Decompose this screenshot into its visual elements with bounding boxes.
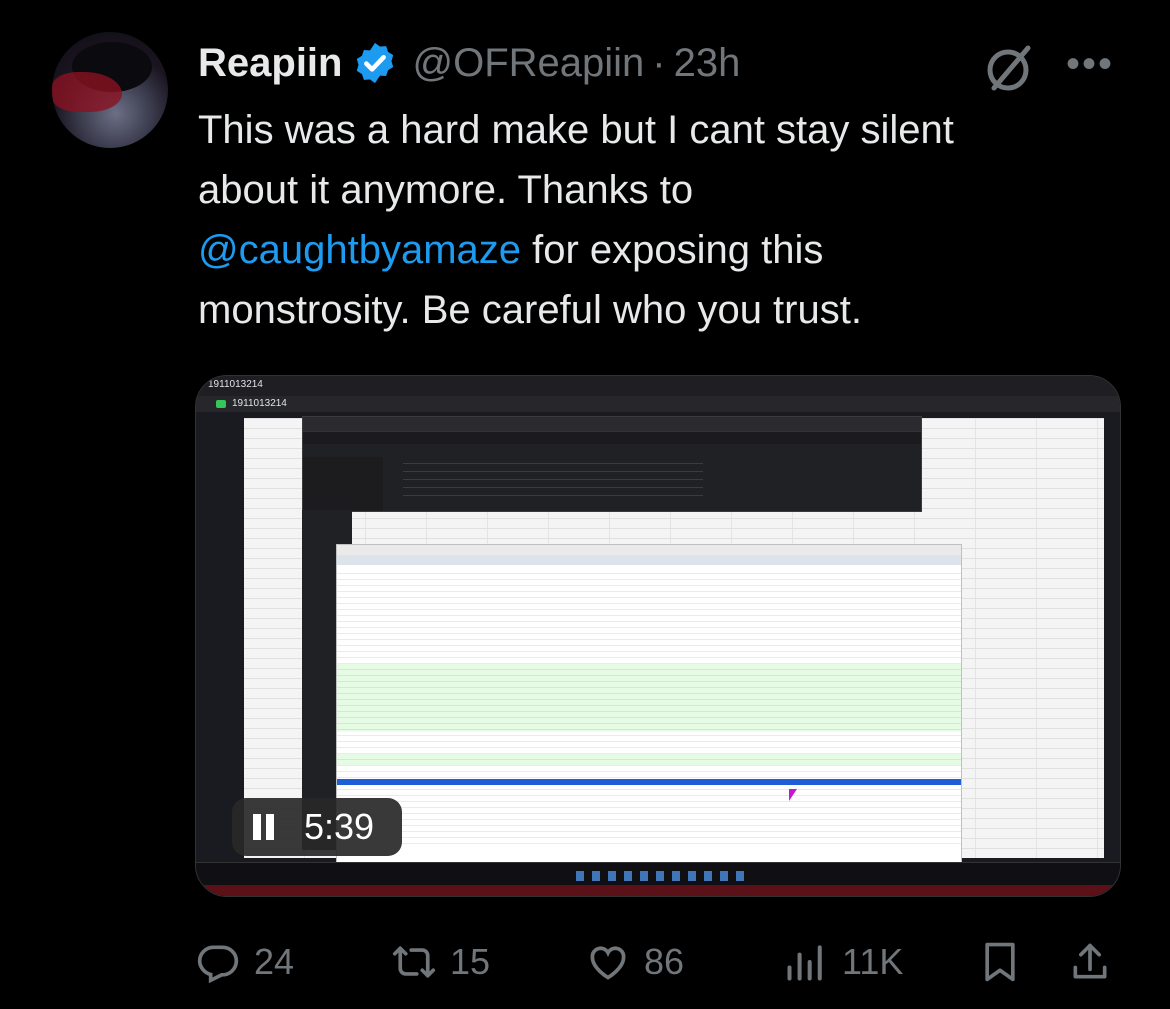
repost-icon (392, 946, 436, 978)
share-icon[interactable] (1068, 940, 1112, 984)
selected-row (337, 779, 961, 785)
repost-button[interactable]: 15 (392, 940, 490, 984)
usb-window-toolbar (337, 555, 961, 565)
separator-dot: · (652, 40, 666, 85)
usb-device-list-window (336, 544, 962, 866)
taskbar-apps (576, 871, 746, 881)
like-button[interactable]: 86 (586, 940, 684, 984)
view-count: 11K (842, 941, 904, 982)
tweet-line-1: This was a hard make but I cant stay sil… (198, 108, 954, 152)
video-timer[interactable]: 5:39 (232, 798, 402, 856)
explorer-addressbar (303, 431, 921, 444)
reply-button[interactable]: 24 (196, 940, 294, 984)
video-time-remaining: 5:39 (304, 806, 375, 847)
remote-bottom-bar (196, 885, 1120, 896)
avatar[interactable] (52, 32, 168, 148)
grok-icon[interactable] (982, 40, 1038, 96)
explorer-titlebar (303, 417, 921, 431)
windows-taskbar (196, 862, 1120, 896)
repost-count: 15 (450, 941, 491, 982)
like-count: 86 (644, 941, 685, 982)
usb-device-rows (337, 569, 961, 849)
bookmark-icon[interactable] (978, 940, 1022, 984)
tweet-line-4: monstrosity. Be careful who you trust. (198, 288, 862, 332)
mouse-cursor-icon (789, 789, 797, 801)
tweet-line-3-rest: for exposing this (521, 228, 824, 272)
remote-window-title: 1911013214 (208, 379, 263, 390)
remote-desktop-tabbar: 1911013214 (196, 396, 1120, 412)
mention-link[interactable]: @caughtbyamaze (198, 228, 521, 272)
connection-status-icon (216, 400, 226, 408)
views-button[interactable]: 11K (784, 940, 903, 984)
timestamp[interactable]: 23h (674, 41, 741, 86)
verified-badge-icon (357, 42, 394, 84)
tweet-text: This was a hard make but I cant stay sil… (198, 100, 1098, 340)
remote-desktop-titlebar: 1911013214 (196, 376, 1120, 396)
usb-window-menubar (337, 545, 961, 555)
tweet-line-3: @caughtbyamaze for exposing this (198, 220, 1098, 280)
author-handle[interactable]: @OFReapiin (412, 41, 644, 86)
remote-tab-title: 1911013214 (232, 398, 287, 409)
tweet-header: Reapiin @OFReapiin · 23h (198, 38, 740, 88)
more-icon[interactable]: ••• (1066, 44, 1116, 84)
tweet-actions: 24 15 86 11K (0, 932, 1170, 992)
avatar-red-accent (52, 72, 122, 112)
author-name[interactable]: Reapiin (198, 41, 342, 86)
reply-icon (197, 945, 239, 984)
video-desktop (196, 412, 1120, 866)
reply-count: 24 (254, 941, 295, 982)
file-explorer-window (302, 416, 922, 512)
explorer-file-list (403, 463, 703, 503)
views-icon (787, 945, 822, 981)
pause-icon[interactable] (250, 812, 280, 842)
tweet-line-2: about it anymore. Thanks to (198, 168, 694, 212)
like-icon (590, 946, 626, 980)
explorer-sidebar (303, 457, 383, 511)
